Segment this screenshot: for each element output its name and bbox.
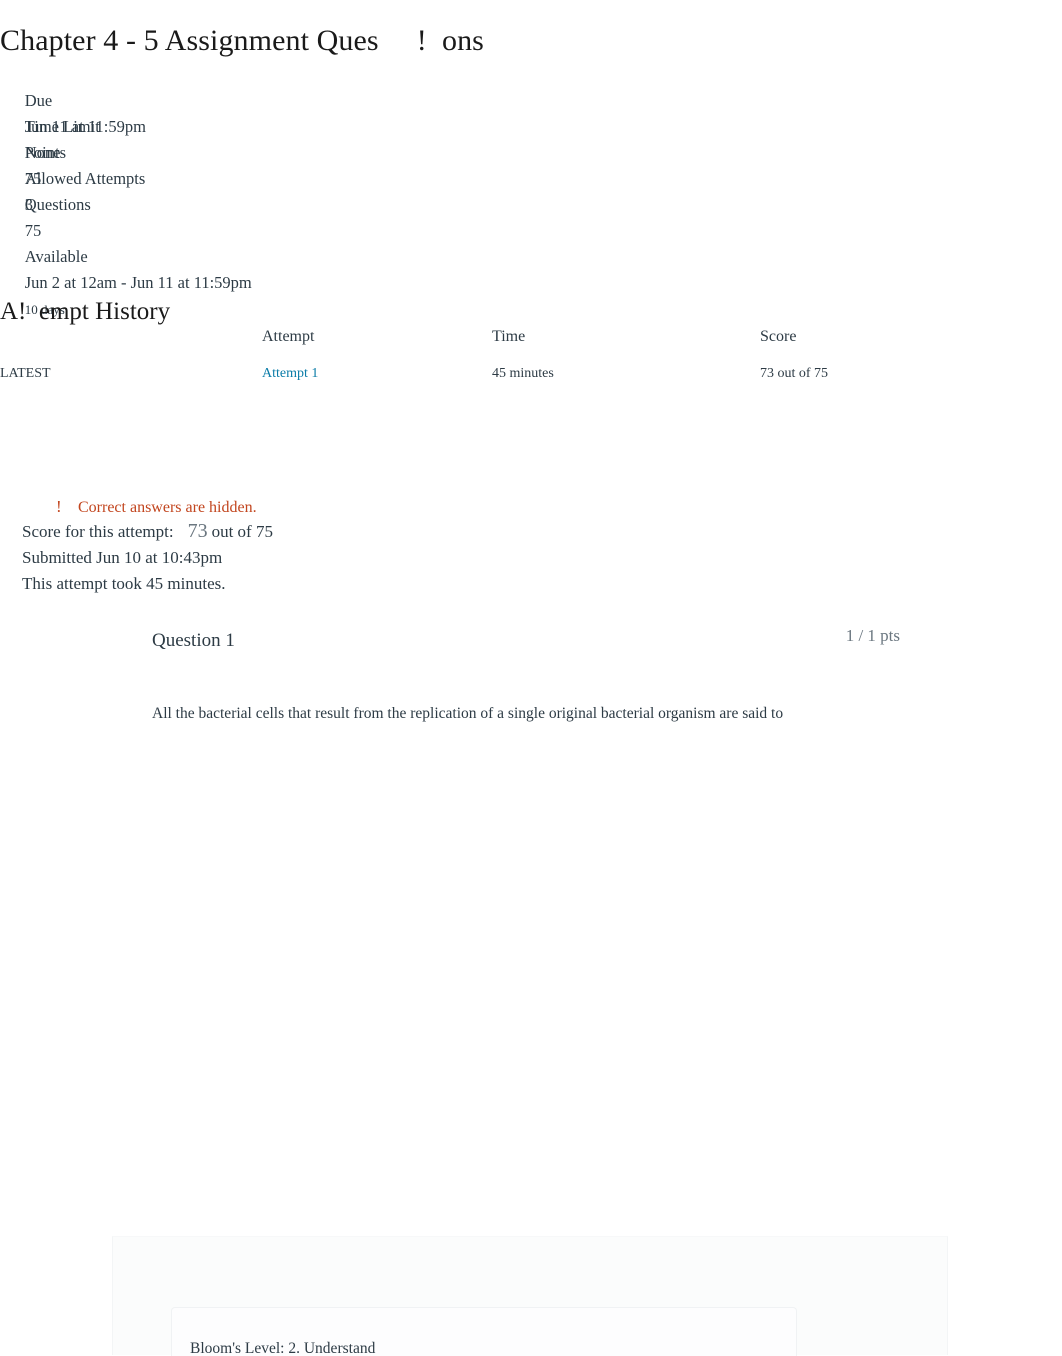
time-limit-label: Time Limit <box>24 117 100 136</box>
attempt-link-cell: Attempt 1 <box>262 349 492 385</box>
column-header-time: Time <box>492 328 526 345</box>
question-header: Question 1 1 / 1 pts <box>0 624 948 664</box>
quiz-metadata-row-2: Time Limit None Allowed Attempts 3 <box>0 88 1000 214</box>
attempt-score-value: 73 out of 75 <box>760 366 829 381</box>
page-title: Chapter 4 - 5 Assignment Ques ! ons <box>0 24 484 58</box>
question-points: 1 / 1 pts <box>845 626 900 645</box>
question-footer-panel: Bloom's Level: 2. Understand <box>112 1236 948 1356</box>
score-for-attempt-line: Score for this attempt: 73 out of 75 <box>22 518 273 545</box>
time-limit-value: None <box>24 143 61 162</box>
quiz-metadata-row-1: Due Jun 11 at 11:59pm Points 75 Question… <box>0 62 1000 317</box>
allowed-attempts-value: 3 <box>24 195 33 214</box>
attempt-1-link[interactable]: Attempt 1 <box>262 366 318 381</box>
available-value: Jun 2 at 12am - Jun 11 at 11:59pm <box>24 273 252 292</box>
score-value: 73 <box>187 520 208 542</box>
quiz-results-page: Chapter 4 - 5 Assignment Ques ! ons Due … <box>0 0 1062 1356</box>
table-header-row: Attempt Time Score <box>0 325 960 349</box>
score-label: Score for this attempt: <box>22 522 174 541</box>
question-name: Question 1 <box>152 630 235 651</box>
attempt-summary: Score for this attempt: 73 out of 75 Submi… <box>22 518 273 597</box>
column-header-score: Score <box>760 328 797 345</box>
score-out-of: out of 75 <box>211 522 273 541</box>
blooms-level-text: Bloom's Level: 2. Understand <box>190 1340 376 1356</box>
attempt-duration: This attempt took 45 minutes. <box>22 574 226 593</box>
quiz-metadata: Due Jun 11 at 11:59pm Points 75 Question… <box>0 62 1000 317</box>
attempt-history-table: Attempt Time Score LATEST Attempt 1 45 m… <box>0 325 960 385</box>
attempt-time-value: 45 minutes <box>492 366 554 381</box>
answers-hidden-text: Correct answers are hidden. <box>78 499 257 516</box>
submitted-timestamp: Submitted Jun 10 at 10:43pm <box>22 548 223 567</box>
allowed-attempts-label: Allowed Attempts <box>24 169 146 188</box>
warning-icon: ! <box>56 497 62 516</box>
attempt-kept-badge: LATEST <box>0 366 51 381</box>
question-text: All the bacterial cells that result from… <box>152 705 784 722</box>
attempt-history-table-head: Attempt Time Score <box>0 325 960 349</box>
due-label: Due <box>24 91 53 110</box>
questions-value: 75 <box>24 221 42 240</box>
question-feedback-card: Bloom's Level: 2. Understand <box>171 1307 797 1356</box>
column-header-attempt: Attempt <box>262 328 315 345</box>
available-label: Available <box>24 247 88 266</box>
column-header-kept <box>0 325 262 349</box>
attempt-history-heading: A! empt History <box>0 297 171 325</box>
attempt-history-table-body: LATEST Attempt 1 45 minutes 73 out of 75 <box>0 349 960 385</box>
table-row: LATEST Attempt 1 45 minutes 73 out of 75 <box>0 349 960 385</box>
